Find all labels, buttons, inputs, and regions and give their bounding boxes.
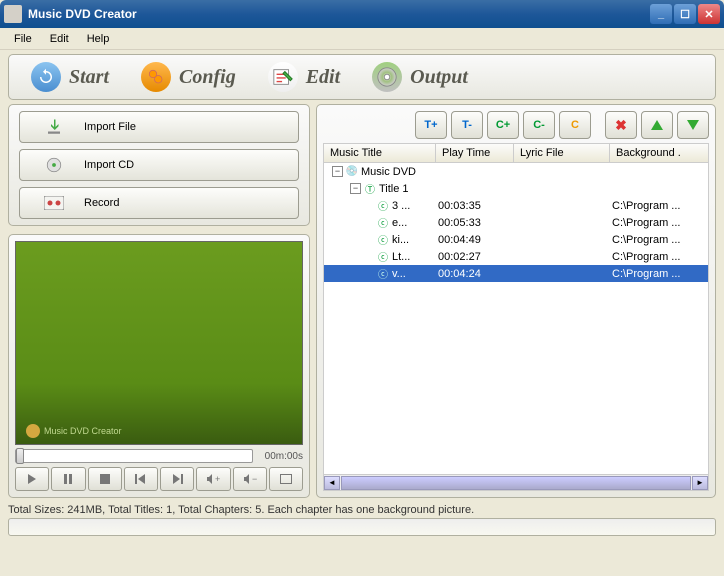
edit-button[interactable]: Edit bbox=[254, 57, 354, 97]
dvd-icon: 💿 bbox=[345, 165, 359, 179]
fullscreen-button[interactable] bbox=[269, 467, 303, 491]
menubar: File Edit Help bbox=[0, 28, 724, 50]
col-playtime[interactable]: Play Time bbox=[436, 144, 514, 162]
record-button[interactable]: Record bbox=[19, 187, 299, 219]
edit-icon bbox=[268, 62, 298, 92]
scroll-right-icon[interactable]: ► bbox=[692, 476, 708, 490]
output-label: Output bbox=[410, 66, 468, 89]
col-title[interactable]: Music Title bbox=[324, 144, 436, 162]
record-label: Record bbox=[84, 197, 119, 209]
edit-label: Edit bbox=[306, 66, 340, 89]
menu-help[interactable]: Help bbox=[79, 31, 118, 47]
delete-button[interactable]: ✖ bbox=[605, 111, 637, 139]
cd-icon bbox=[44, 155, 64, 175]
prev-button[interactable] bbox=[124, 467, 158, 491]
scroll-left-icon[interactable]: ◄ bbox=[324, 476, 340, 490]
move-down-button[interactable] bbox=[677, 111, 709, 139]
output-button[interactable]: Output bbox=[358, 57, 482, 97]
menu-file[interactable]: File bbox=[6, 31, 40, 47]
chapter-icon: ⓒ bbox=[376, 199, 390, 213]
start-label: Start bbox=[69, 66, 109, 89]
table-row[interactable]: ⓒ Lt... 00:02:27 C:\Program ... bbox=[324, 248, 708, 265]
horizontal-scrollbar[interactable]: ◄ ► bbox=[323, 475, 709, 491]
table-row[interactable]: ⓒ ki... 00:04:49 C:\Program ... bbox=[324, 231, 708, 248]
chapter-icon: ⓒ bbox=[376, 233, 390, 247]
chapter-add-button[interactable]: C+ bbox=[487, 111, 519, 139]
vol-up-button[interactable]: + bbox=[196, 467, 230, 491]
table-row[interactable]: ⓒ e... 00:05:33 C:\Program ... bbox=[324, 214, 708, 231]
chapter-delete-button[interactable]: C- bbox=[523, 111, 555, 139]
config-label: Config bbox=[179, 66, 236, 89]
chapter-icon: ⓒ bbox=[376, 216, 390, 230]
preview-panel: Music DVD Creator 00m:00s + − bbox=[8, 234, 310, 498]
close-button[interactable]: ✕ bbox=[698, 4, 720, 24]
import-file-button[interactable]: Import File bbox=[19, 111, 299, 143]
preview-logo: Music DVD Creator bbox=[26, 424, 122, 438]
move-up-button[interactable] bbox=[641, 111, 673, 139]
tree-root[interactable]: − 💿 Music DVD bbox=[324, 163, 708, 180]
titlebar: Music DVD Creator _ ☐ ✕ bbox=[0, 0, 724, 28]
pause-button[interactable] bbox=[51, 467, 85, 491]
list-body: − 💿 Music DVD − Ⓣ Title 1 ⓒ 3 ... 00:03:… bbox=[323, 163, 709, 475]
status-text: Total Sizes: 241MB, Total Titles: 1, Tot… bbox=[8, 504, 716, 516]
main-toolbar: Start Config Edit Output bbox=[8, 54, 716, 100]
preview-screen[interactable]: Music DVD Creator bbox=[15, 241, 303, 445]
import-cd-button[interactable]: Import CD bbox=[19, 149, 299, 181]
table-row[interactable]: ⓒ v... 00:04:24 C:\Program ... bbox=[324, 265, 708, 282]
collapse-icon[interactable]: − bbox=[350, 183, 361, 194]
app-icon bbox=[4, 5, 22, 23]
import-cd-label: Import CD bbox=[84, 159, 134, 171]
list-toolbar: T+ T- C+ C- C ✖ bbox=[323, 111, 709, 139]
stop-button[interactable] bbox=[88, 467, 122, 491]
config-button[interactable]: Config bbox=[127, 57, 250, 97]
seek-slider[interactable] bbox=[15, 449, 253, 463]
disc-icon bbox=[372, 62, 402, 92]
vol-down-button[interactable]: − bbox=[233, 467, 267, 491]
col-bg[interactable]: Background . bbox=[610, 144, 708, 162]
collapse-icon[interactable]: − bbox=[332, 166, 343, 177]
import-panel: Import File Import CD Record bbox=[8, 104, 310, 226]
download-icon bbox=[44, 117, 64, 137]
col-lyric[interactable]: Lyric File bbox=[514, 144, 610, 162]
title-delete-button[interactable]: T- bbox=[451, 111, 483, 139]
svg-text:+: + bbox=[215, 474, 220, 484]
progress-bar bbox=[8, 518, 716, 536]
minimize-button[interactable]: _ bbox=[650, 4, 672, 24]
chapter-icon: ⓒ bbox=[376, 250, 390, 264]
time-display: 00m:00s bbox=[259, 451, 303, 462]
restart-icon bbox=[31, 62, 61, 92]
gear-icon bbox=[141, 62, 171, 92]
chapter-edit-button[interactable]: C bbox=[559, 111, 591, 139]
svg-text:−: − bbox=[252, 474, 257, 484]
next-button[interactable] bbox=[160, 467, 194, 491]
title-icon: Ⓣ bbox=[363, 182, 377, 196]
start-button[interactable]: Start bbox=[17, 57, 123, 97]
menu-edit[interactable]: Edit bbox=[42, 31, 77, 47]
title-add-button[interactable]: T+ bbox=[415, 111, 447, 139]
table-row[interactable]: ⓒ 3 ... 00:03:35 C:\Program ... bbox=[324, 197, 708, 214]
cassette-icon bbox=[44, 193, 64, 213]
scroll-thumb[interactable] bbox=[341, 476, 691, 490]
seek-thumb[interactable] bbox=[16, 448, 24, 464]
play-button[interactable] bbox=[15, 467, 49, 491]
maximize-button[interactable]: ☐ bbox=[674, 4, 696, 24]
chapter-icon: ⓒ bbox=[376, 267, 390, 281]
import-file-label: Import File bbox=[84, 121, 136, 133]
list-header: Music Title Play Time Lyric File Backgro… bbox=[323, 143, 709, 163]
window-title: Music DVD Creator bbox=[28, 7, 650, 21]
headphone-icon bbox=[26, 424, 40, 438]
tree-title[interactable]: − Ⓣ Title 1 bbox=[324, 180, 708, 197]
